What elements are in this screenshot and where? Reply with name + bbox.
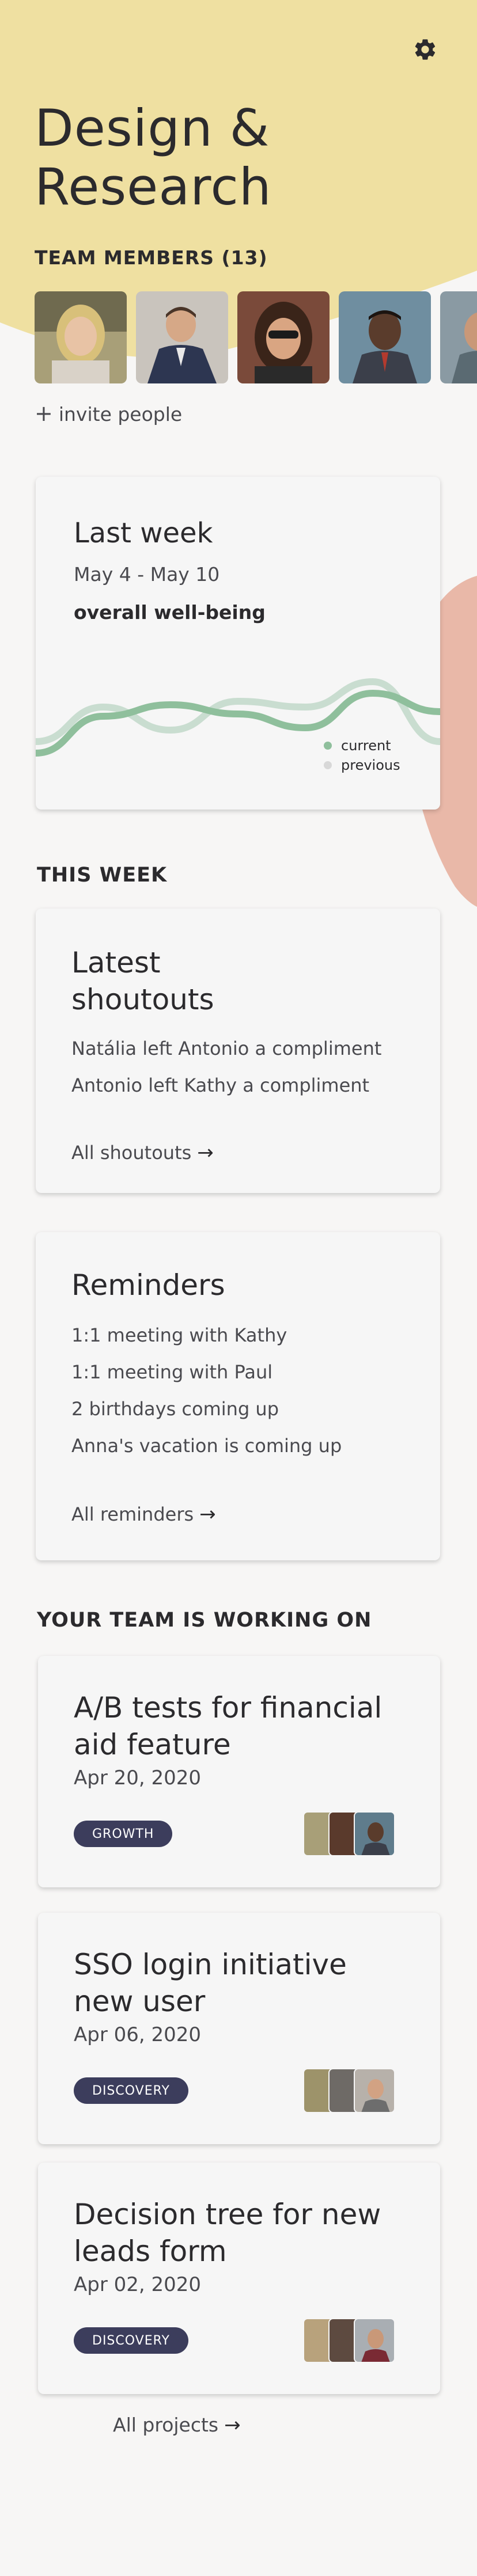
project-card[interactable]: SSO login initiative new user Apr 06, 20…: [38, 1913, 440, 2144]
legend-dot-previous: [324, 761, 332, 769]
avatar-photo: [361, 2329, 390, 2362]
last-week-card[interactable]: Last week May 4 - May 10 overall well-be…: [36, 477, 440, 810]
page-title-line-1: Design &: [35, 98, 270, 158]
reminder-item: 1:1 meeting with Kathy: [71, 1324, 287, 1346]
project-tag-badge[interactable]: DISCOVERY: [74, 2077, 188, 2104]
avatar: [354, 2318, 395, 2363]
legend-item-previous: previous: [324, 755, 400, 775]
shoutouts-heading-line-2: shoutouts: [71, 983, 214, 1016]
avatar[interactable]: [35, 291, 127, 383]
page: Design & Research TEAM MEMBERS (13) + in…: [0, 0, 477, 2576]
all-shoutouts-link[interactable]: All shoutouts →: [71, 1141, 214, 1164]
avatar-photo: [361, 2079, 390, 2112]
page-title-line-2: Research: [35, 157, 272, 216]
project-date: Apr 06, 2020: [74, 2023, 202, 2046]
reminders-heading: Reminders: [71, 1268, 225, 1302]
legend-label-current: current: [341, 738, 391, 754]
project-card[interactable]: A/B tests for financial aid feature Apr …: [38, 1656, 440, 1887]
chart-legend: current previous: [324, 736, 400, 775]
avatar-photo: [237, 291, 330, 383]
avatar: [354, 1811, 395, 1856]
all-shoutouts-label: All shoutouts: [71, 1142, 192, 1164]
all-projects-link[interactable]: All projects →: [113, 2414, 241, 2437]
arrow-right-icon: →: [224, 2414, 241, 2437]
avatar[interactable]: [440, 291, 477, 383]
legend-dot-current: [324, 742, 332, 750]
avatar-photo: [35, 291, 127, 383]
plus-icon: +: [35, 401, 53, 426]
project-title: SSO login initiative new user: [74, 1948, 347, 2018]
avatar-photo: [440, 291, 477, 383]
project-title: Decision tree for new leads form: [74, 2198, 381, 2268]
avatar-photo: [339, 291, 431, 383]
gear-icon: [415, 39, 436, 60]
reminder-item: 1:1 meeting with Paul: [71, 1361, 273, 1383]
last-week-metric: overall well-being: [74, 601, 266, 624]
project-avatars: [303, 1811, 407, 1856]
all-reminders-label: All reminders: [71, 1503, 194, 1525]
last-week-dates: May 4 - May 10: [74, 563, 220, 586]
avatar: [354, 2068, 395, 2113]
this-week-label: THIS WEEK: [37, 864, 168, 887]
project-avatars: [303, 2068, 407, 2113]
invite-people-label: invite people: [58, 403, 183, 425]
shoutouts-card[interactable]: Latest shoutouts Natália left Antonio a …: [36, 909, 440, 1193]
project-date: Apr 20, 2020: [74, 1766, 202, 1789]
arrow-right-icon: →: [197, 1141, 214, 1164]
legend-item-current: current: [324, 736, 400, 755]
project-tag-badge[interactable]: GROWTH: [74, 1821, 173, 1847]
reminder-item: 2 birthdays coming up: [71, 1398, 279, 1420]
shoutout-item: Natália left Antonio a compliment: [71, 1038, 382, 1059]
arrow-right-icon: →: [199, 1503, 216, 1526]
project-avatars: [303, 2318, 407, 2363]
avatar[interactable]: [237, 291, 330, 383]
project-tag-badge[interactable]: DISCOVERY: [74, 2327, 188, 2354]
avatar-photo: [136, 291, 228, 383]
invite-people-link[interactable]: + invite people: [35, 401, 182, 426]
reminder-item: Anna's vacation is coming up: [71, 1435, 342, 1457]
all-projects-label: All projects: [113, 2414, 219, 2436]
all-reminders-link[interactable]: All reminders →: [71, 1503, 216, 1526]
reminders-card[interactable]: Reminders 1:1 meeting with Kathy 1:1 mee…: [36, 1232, 440, 1560]
avatar[interactable]: [339, 291, 431, 383]
working-on-label: YOUR TEAM IS WORKING ON: [37, 1609, 372, 1632]
project-title: A/B tests for financial aid feature: [74, 1691, 383, 1761]
shoutouts-heading: Latest shoutouts: [71, 944, 214, 1018]
last-week-title: Last week: [74, 517, 213, 549]
project-date: Apr 02, 2020: [74, 2273, 202, 2296]
team-members-label: TEAM MEMBERS (13): [35, 246, 268, 269]
settings-button[interactable]: [410, 35, 440, 64]
legend-label-previous: previous: [341, 757, 400, 773]
shoutout-item: Antonio left Kathy a compliment: [71, 1074, 370, 1096]
project-card[interactable]: Decision tree for new leads form Apr 02,…: [38, 2163, 440, 2394]
shoutouts-heading-line-1: Latest: [71, 946, 161, 979]
page-title: Design & Research: [35, 99, 380, 216]
avatar-photo: [361, 1822, 390, 1855]
avatar[interactable]: [136, 291, 228, 383]
team-avatars: [35, 291, 477, 383]
